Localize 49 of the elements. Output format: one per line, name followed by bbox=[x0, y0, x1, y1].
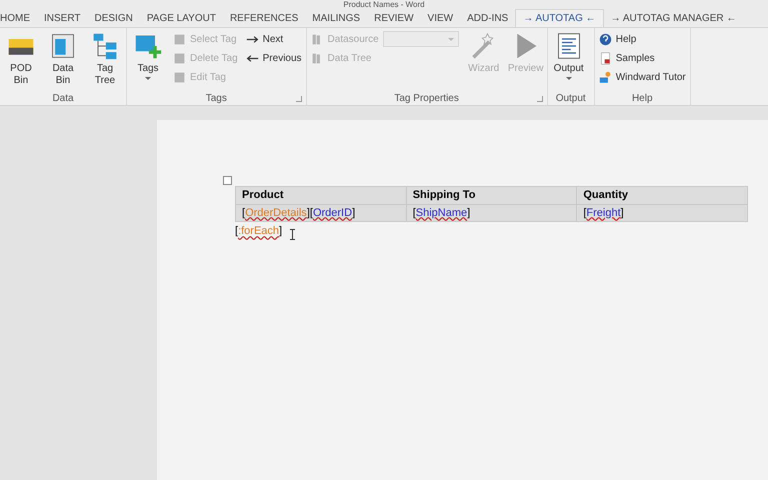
ribbon-tab[interactable]: REFERENCES bbox=[222, 9, 306, 27]
group-label: Data bbox=[52, 92, 74, 106]
ribbon-tab[interactable]: DESIGN bbox=[88, 9, 140, 27]
merge-tag: [ShipName] bbox=[412, 206, 470, 218]
group-label: Tags bbox=[206, 92, 227, 106]
tree-icon bbox=[91, 32, 119, 60]
table-header-cell: Shipping To bbox=[406, 186, 577, 204]
group-label: Tag Properties bbox=[394, 92, 459, 106]
caret-icon bbox=[448, 38, 454, 40]
dialog-launcher-icon[interactable] bbox=[536, 96, 543, 102]
ribbon-button[interactable]: Windward Tutor bbox=[598, 69, 686, 85]
ribbon-tab[interactable]: ADD-INS bbox=[460, 9, 516, 27]
ribbon-button[interactable]: Previous bbox=[246, 50, 302, 66]
table-header-cell: Product bbox=[236, 186, 406, 204]
ribbon-button[interactable]: Samples bbox=[598, 50, 655, 66]
ribbon-button[interactable]: Tags bbox=[127, 28, 169, 91]
move-handle-icon[interactable] bbox=[223, 176, 232, 185]
ribbon-button[interactable]: Help bbox=[598, 31, 636, 47]
square-icon bbox=[173, 52, 186, 64]
table-header-cell: Quantity bbox=[576, 186, 748, 204]
ribbon-tab[interactable]: → AUTOTAG ← bbox=[515, 9, 604, 27]
merge-tag: [Freight] bbox=[583, 206, 624, 218]
ribbon-tab[interactable]: → AUTOTAG MANAGER ← bbox=[604, 9, 744, 27]
ribbon-tab[interactable]: REVIEW bbox=[367, 9, 421, 27]
document-icon bbox=[598, 52, 612, 64]
ribbon-tab[interactable]: PAGE LAYOUT bbox=[140, 9, 223, 27]
ribbon-button[interactable]: Data Bin bbox=[42, 28, 84, 91]
table-icon bbox=[49, 32, 77, 60]
dialog-launcher-icon[interactable] bbox=[296, 96, 302, 102]
help-icon bbox=[598, 32, 612, 46]
merge-tag: [OrderDetails] bbox=[242, 206, 310, 218]
ribbon-tab[interactable]: VIEW bbox=[420, 9, 460, 27]
ribbon-tab[interactable]: MAILINGS bbox=[305, 9, 368, 27]
square-icon bbox=[173, 70, 186, 84]
ribbon-button[interactable]: Next bbox=[246, 31, 284, 47]
merge-tag: [OrderID] bbox=[310, 206, 356, 218]
group-label: Output bbox=[556, 92, 586, 106]
ribbon-button[interactable]: Tag Tree bbox=[84, 28, 126, 91]
ribbon-tab[interactable]: HOME bbox=[0, 9, 37, 27]
window-title: Product Names - Word bbox=[343, 0, 425, 9]
ribbon-button[interactable]: POD Bin bbox=[0, 28, 42, 91]
caret-icon bbox=[145, 77, 151, 80]
ribbon-tab[interactable]: INSERT bbox=[37, 9, 88, 27]
merge-tag: [:forEach] bbox=[235, 223, 282, 240]
caret-icon bbox=[566, 77, 572, 80]
text-cursor-icon bbox=[290, 229, 296, 240]
group-label: Help bbox=[632, 92, 653, 106]
ribbon-button[interactable]: Output bbox=[548, 28, 590, 91]
square-icon bbox=[173, 32, 186, 46]
